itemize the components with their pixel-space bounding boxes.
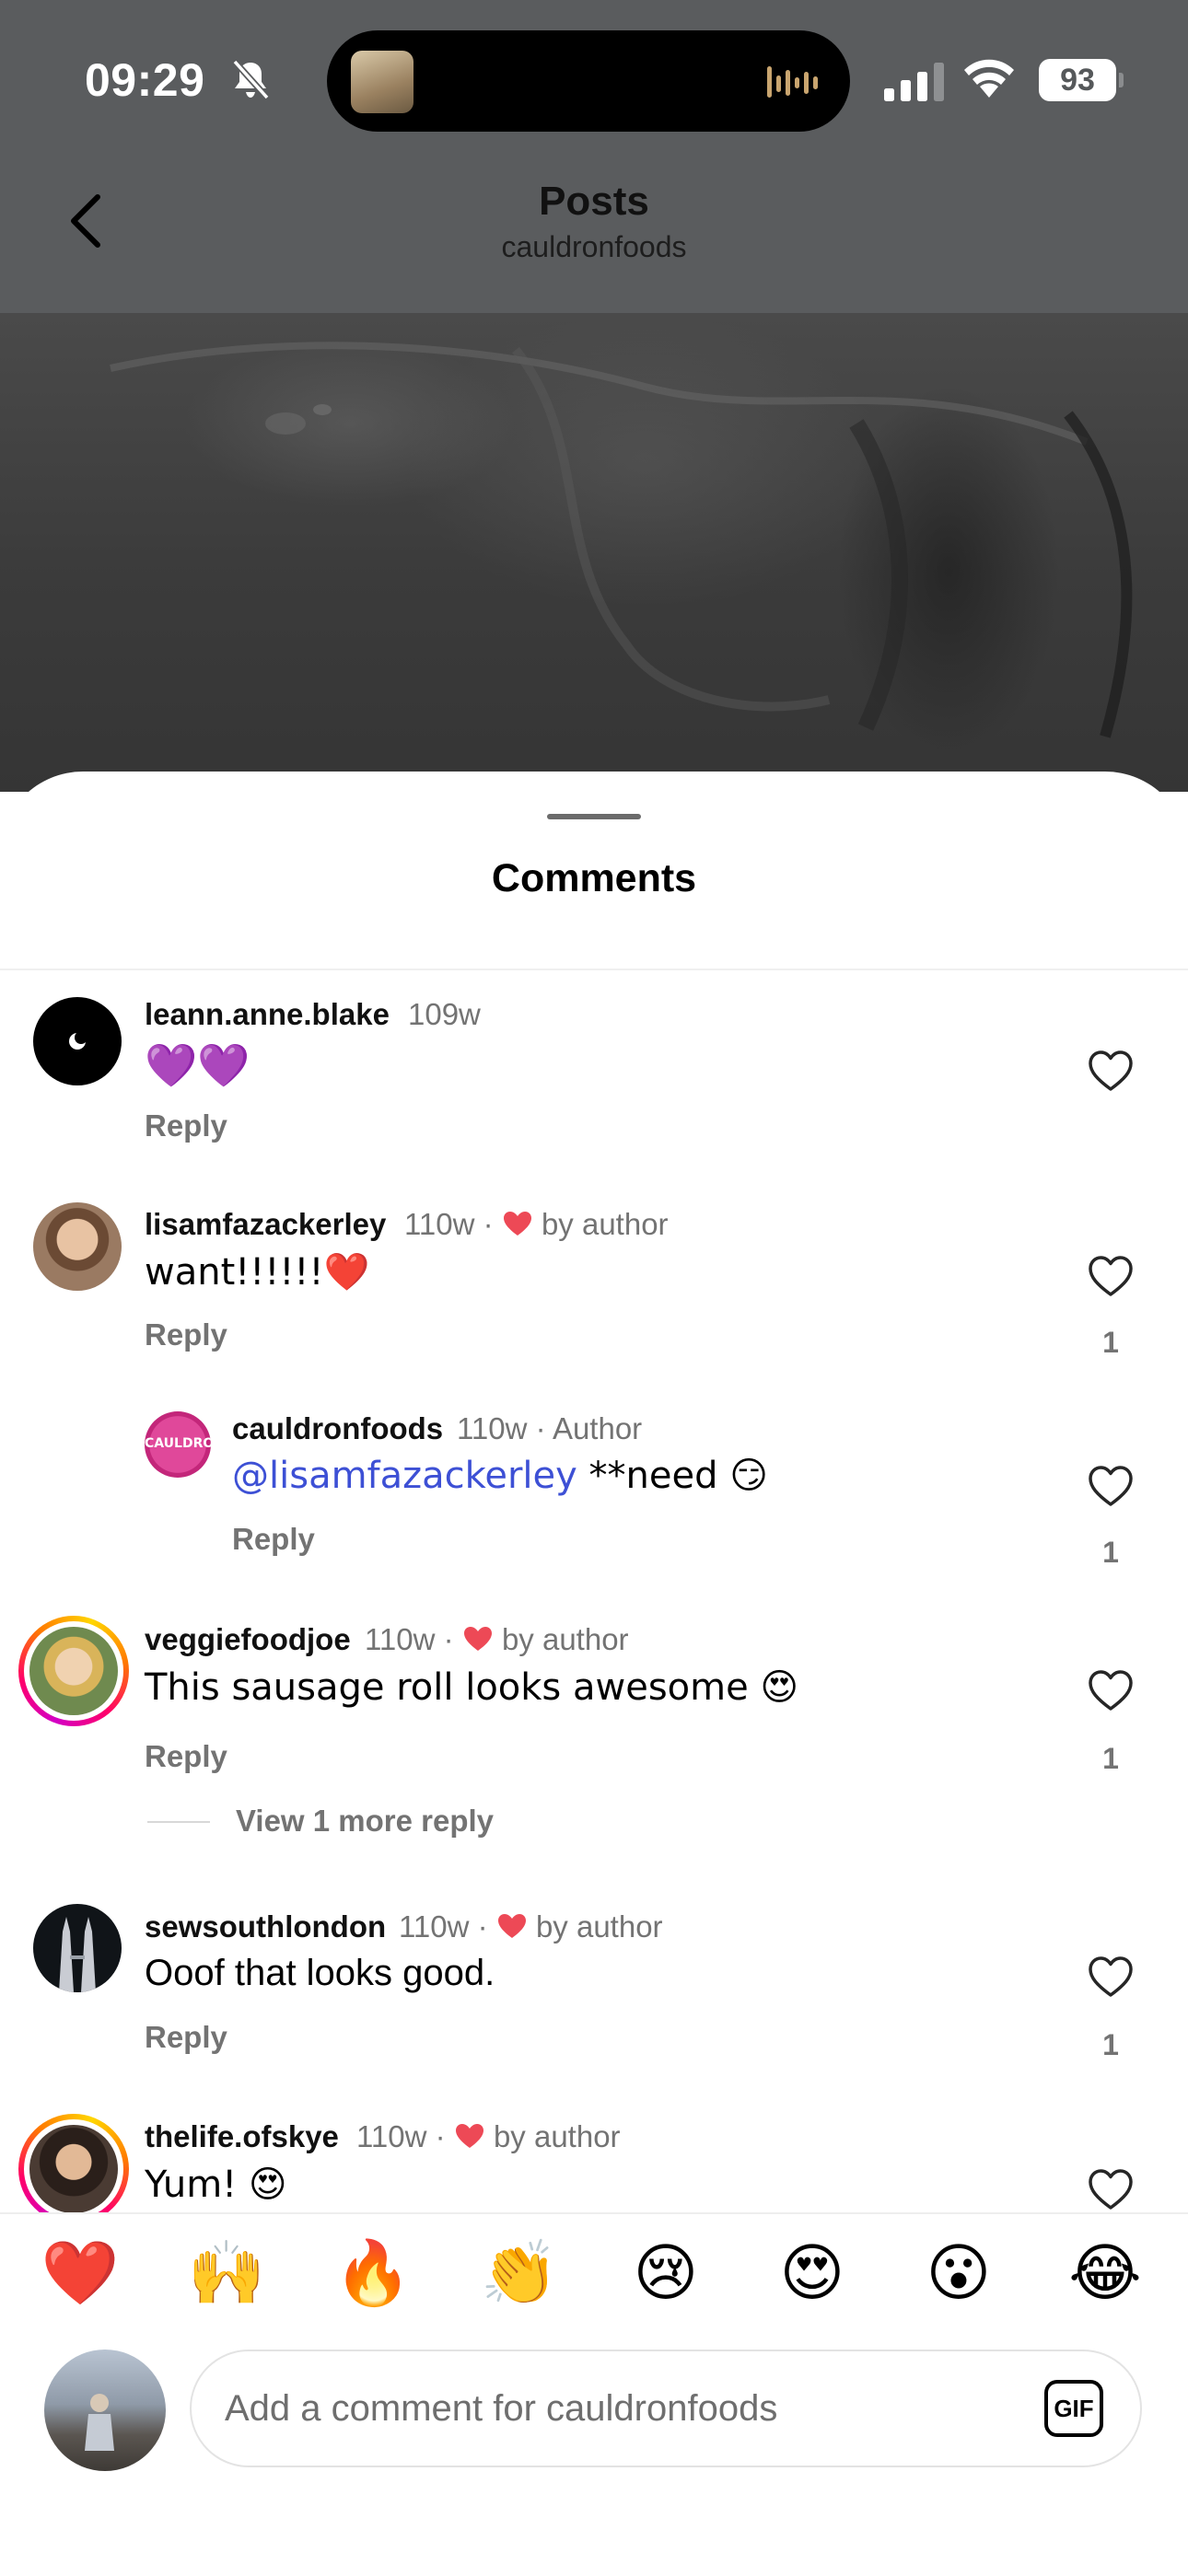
- comment-time: 110w · Author: [457, 1411, 643, 1445]
- avatar-logo: CAULDRON: [145, 1436, 211, 1451]
- comment-text: @lisamfazackerley **need 😏: [232, 1455, 768, 1497]
- avatar[interactable]: [33, 1904, 122, 1992]
- my-avatar: [44, 2350, 166, 2471]
- avatar-person-image: [85, 2394, 114, 2451]
- like-count[interactable]: 1: [1092, 1742, 1129, 1776]
- comment-time: 109w: [408, 997, 481, 1031]
- comment-text: This sausage roll looks awesome 😍: [145, 1666, 799, 1709]
- liked-by-author: by author: [493, 2119, 621, 2153]
- comment-input[interactable]: Add a comment for cauldronfoods: [190, 2350, 1142, 2467]
- heart-icon[interactable]: [1088, 1465, 1134, 1507]
- like-count[interactable]: 1: [1092, 1536, 1129, 1570]
- quick-reaction-clap[interactable]: 👏: [478, 2237, 561, 2311]
- author-like-heart-icon: [455, 2124, 483, 2148]
- mention-link[interactable]: @lisamfazackerley: [232, 1455, 577, 1497]
- comment-meta: 110w · by author: [404, 1207, 669, 1242]
- comment-time: 110w ·: [404, 1207, 494, 1241]
- liked-by-author: by author: [501, 1622, 629, 1656]
- reply-button[interactable]: Reply: [145, 1108, 227, 1143]
- avatar[interactable]: [29, 1627, 118, 1715]
- comment-text: want!!!!!!❤️: [145, 1251, 370, 1294]
- quick-reaction-laughing[interactable]: 😂: [1064, 2237, 1147, 2311]
- status-bar: 09:29 93: [0, 0, 1188, 161]
- reply-button[interactable]: Reply: [145, 2020, 227, 2055]
- like-count[interactable]: 1: [1092, 1326, 1129, 1360]
- avatar[interactable]: CAULDRON: [145, 1411, 211, 1478]
- quick-reaction-heart-eyes[interactable]: 😍: [771, 2237, 854, 2311]
- quick-reaction-heart[interactable]: ❤️: [39, 2237, 122, 2311]
- dynamic-island[interactable]: [327, 30, 850, 132]
- gif-button[interactable]: GIF: [1044, 2380, 1103, 2437]
- page-subtitle: cauldronfoods: [501, 230, 687, 263]
- like-count[interactable]: 1: [1092, 2028, 1129, 2062]
- liked-by-author: by author: [541, 1207, 669, 1241]
- status-time: 09:29: [85, 54, 205, 106]
- comment-time: 110w ·: [399, 1909, 488, 1944]
- comment-text-body: **need 😏: [577, 1455, 768, 1497]
- sheet-grabber[interactable]: [547, 814, 641, 819]
- liked-by-author: by author: [535, 1909, 663, 1944]
- comment-username[interactable]: sewsouthlondon: [145, 1909, 386, 1944]
- comment-text: Ooof that looks good.: [145, 1953, 495, 1993]
- reply-button[interactable]: Reply: [145, 1317, 227, 1352]
- now-playing-artwork: [351, 51, 413, 113]
- comment-time: 110w ·: [356, 2119, 446, 2153]
- quick-reaction-raised-hands[interactable]: 🙌: [185, 2237, 268, 2311]
- comment-meta: 110w · by author: [356, 2119, 621, 2154]
- comment-text: 💜💜: [145, 1040, 250, 1090]
- view-more-replies-button[interactable]: View 1 more reply: [236, 1804, 494, 1839]
- comment-meta: 110w · by author: [399, 1909, 663, 1944]
- avatar[interactable]: [33, 997, 122, 1085]
- page-title: Posts: [539, 179, 649, 224]
- avatar-towers-image: [59, 1917, 96, 1992]
- battery-icon: 93: [1039, 59, 1124, 101]
- comment-username[interactable]: cauldronfoods: [232, 1411, 443, 1446]
- author-like-heart-icon: [497, 1914, 526, 1938]
- heart-icon[interactable]: [1088, 1955, 1134, 1998]
- audio-waveform-icon: [767, 66, 818, 98]
- comment-username[interactable]: lisamfazackerley: [145, 1207, 386, 1242]
- heart-icon[interactable]: [1088, 2168, 1134, 2210]
- quick-reaction-surprised[interactable]: 😮: [917, 2237, 1000, 2311]
- avatar[interactable]: [33, 1202, 122, 1291]
- author-like-heart-icon: [463, 1627, 492, 1651]
- reply-button[interactable]: Reply: [232, 1522, 315, 1557]
- battery-level: 93: [1039, 59, 1116, 101]
- heart-icon[interactable]: [1088, 1669, 1134, 1712]
- comment-username[interactable]: leann.anne.blake: [145, 997, 390, 1032]
- heart-icon[interactable]: [1088, 1050, 1134, 1092]
- comments-title: Comments: [491, 856, 697, 900]
- comment-username[interactable]: veggiefoodjoe: [145, 1622, 351, 1657]
- bell-slash-icon: [232, 59, 270, 100]
- avatar[interactable]: [29, 2125, 118, 2213]
- reply-button[interactable]: Reply: [145, 1739, 227, 1774]
- comment-meta: 110w · by author: [365, 1622, 629, 1657]
- quick-reaction-crying[interactable]: 😢: [624, 2237, 707, 2311]
- heart-icon[interactable]: [1088, 1255, 1134, 1297]
- comment-time: 110w ·: [365, 1622, 454, 1656]
- quick-reaction-fire[interactable]: 🔥: [332, 2237, 414, 2311]
- cellular-signal-icon: [884, 63, 944, 101]
- comment-text: Yum! 😍: [145, 2164, 287, 2206]
- view-replies-line: [147, 1821, 210, 1823]
- author-like-heart-icon: [503, 1212, 531, 1236]
- wifi-icon: [964, 59, 1014, 98]
- avatar-moon-icon: [69, 1031, 87, 1050]
- comment-username[interactable]: thelife.ofskye: [145, 2119, 339, 2154]
- divider: [0, 969, 1188, 970]
- battery-tip: [1119, 73, 1124, 87]
- post-image: [0, 313, 1188, 792]
